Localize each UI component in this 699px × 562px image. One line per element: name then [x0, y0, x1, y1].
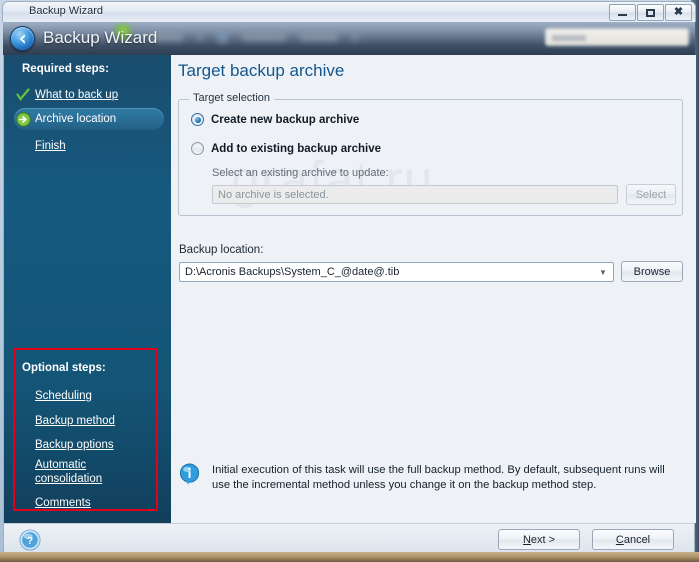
info-icon — [179, 463, 200, 485]
toolbar-chip — [197, 35, 203, 41]
radio-button-icon — [191, 142, 204, 155]
desktop-edge-bottom — [0, 552, 699, 562]
backup-location-label: Backup location: — [179, 244, 264, 256]
wizard-sidebar: Required steps: What to back up Archive … — [4, 55, 171, 523]
sidebar-item-backup-options[interactable]: Backup options — [14, 434, 164, 456]
backup-wizard-window: Backup Wizard ✖ Backup Wizard Required s… — [0, 0, 699, 562]
window-title: Backup Wizard — [29, 5, 103, 17]
radio-button-icon — [191, 113, 204, 126]
optional-steps-heading: Optional steps: — [22, 362, 106, 374]
sidebar-item-scheduling[interactable]: Scheduling — [14, 385, 164, 407]
info-note: Initial execution of this task will use … — [179, 463, 684, 493]
sidebar-item-automatic-consolidation[interactable]: Automatic consolidation — [14, 459, 164, 487]
sidebar-item-label: Backup method — [35, 415, 115, 427]
maximize-icon — [646, 8, 655, 17]
sidebar-item-archive-location[interactable]: Archive location — [14, 108, 164, 130]
group-title: Target selection — [189, 92, 275, 104]
maximize-button[interactable] — [637, 4, 664, 21]
sidebar-item-what-to-back-up[interactable]: What to back up — [14, 84, 164, 106]
radio-label: Add to existing backup archive — [211, 142, 381, 155]
sidebar-item-label: Automatic consolidation — [35, 459, 103, 485]
radio-label: Create new backup archive — [211, 113, 360, 126]
target-selection-group: Target selection Create new backup archi… — [178, 92, 683, 216]
page-title: Target backup archive — [178, 61, 345, 80]
radio-add-existing-archive[interactable]: Add to existing backup archive — [191, 142, 381, 155]
backup-location-combobox[interactable]: D:\Acronis Backups\System_C_@date@.tib ▼ — [179, 262, 614, 282]
sidebar-item-label: Comments — [35, 497, 91, 509]
required-steps-heading: Required steps: — [22, 63, 109, 75]
window-controls: ✖ — [609, 4, 692, 21]
minimize-icon — [618, 14, 627, 16]
check-icon — [14, 87, 32, 103]
back-button[interactable] — [10, 26, 35, 51]
help-icon[interactable]: ? — [19, 529, 41, 551]
app-header: Backup Wizard — [3, 22, 695, 55]
toolbar-chip — [300, 34, 338, 42]
toolbar-chip-icon — [217, 32, 228, 44]
background-toolbar — [153, 24, 493, 52]
browse-button[interactable]: Browse — [621, 261, 683, 282]
select-button[interactable]: Select — [626, 184, 676, 205]
chevron-down-icon[interactable]: ▼ — [596, 268, 610, 277]
info-text: Initial execution of this task will use … — [212, 464, 665, 491]
backup-location-value: D:\Acronis Backups\System_C_@date@.tib — [185, 266, 400, 278]
sidebar-item-label: What to back up — [35, 89, 119, 101]
green-arrow-icon — [14, 111, 32, 127]
sidebar-item-backup-method[interactable]: Backup method — [14, 410, 164, 432]
cancel-button[interactable]: Cancel — [592, 529, 674, 550]
cancel-button-label: Cancel — [615, 533, 651, 546]
select-archive-hint: Select an existing archive to update: — [212, 167, 389, 179]
search-box[interactable] — [545, 28, 689, 46]
sidebar-item-label: Archive location — [35, 113, 117, 125]
content-area: grafat.ru Target backup archive Target s… — [171, 55, 696, 523]
title-bar: Backup Wizard ✖ — [2, 1, 696, 22]
sidebar-item-label: Backup options — [35, 439, 114, 451]
sidebar-item-label: Finish — [35, 140, 66, 152]
next-button[interactable]: Next > — [498, 529, 580, 550]
toolbar-chip — [352, 35, 358, 41]
toolbar-chip — [153, 34, 183, 42]
existing-archive-value: No archive is selected. — [218, 188, 329, 201]
next-button-label: Next > — [522, 533, 556, 546]
close-icon: ✖ — [673, 6, 684, 18]
body-panel: Required steps: What to back up Archive … — [3, 55, 696, 523]
back-arrow-icon — [19, 33, 25, 44]
minimize-button[interactable] — [609, 4, 636, 21]
sidebar-item-label: Scheduling — [35, 390, 92, 402]
sidebar-item-finish[interactable]: Finish — [14, 135, 164, 157]
radio-create-new-archive[interactable]: Create new backup archive — [191, 113, 359, 126]
existing-archive-field[interactable]: No archive is selected. — [212, 185, 618, 204]
svg-text:?: ? — [27, 536, 33, 547]
browse-button-label: Browse — [633, 265, 671, 278]
toolbar-chip — [242, 34, 286, 42]
sidebar-item-comments[interactable]: Comments — [14, 492, 164, 514]
close-button[interactable]: ✖ — [665, 4, 692, 21]
app-title: Backup Wizard — [43, 28, 158, 47]
select-button-label: Select — [635, 188, 667, 201]
